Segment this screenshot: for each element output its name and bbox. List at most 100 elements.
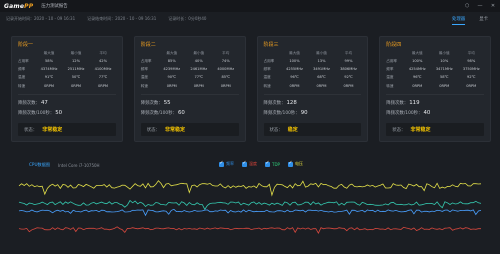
metric-label: 温度 xyxy=(18,75,26,79)
metric-value: 10% xyxy=(440,59,449,63)
metric-row: 温度 96℃ 68℃ 92℃ xyxy=(258,75,368,81)
metric-value: 90℃ xyxy=(167,75,177,79)
state-value: 非常稳定 xyxy=(42,127,63,133)
state-label: 状态： xyxy=(146,127,160,133)
state-box: 状态： 非常稳定 xyxy=(386,123,484,136)
series-line xyxy=(18,199,482,211)
metric-value: 99% xyxy=(344,59,353,63)
legend-item[interactable]: 频率 xyxy=(219,160,234,167)
stage-title: 阶段三 xyxy=(263,42,279,48)
column-header-label: 最小值 xyxy=(193,51,205,55)
metric-label: 频率 xyxy=(18,67,26,71)
metric-value: 3750MHz xyxy=(462,67,480,71)
metric-label: 转速 xyxy=(18,84,26,88)
metric-value: 42% xyxy=(99,59,107,63)
column-header-label: 最大值 xyxy=(43,51,55,55)
column-header-label: 最大值 xyxy=(411,51,423,55)
metric-label: 占用率 xyxy=(140,59,152,63)
metric-value: 0RPM xyxy=(343,84,354,88)
throttle-count: 降频次数：47 xyxy=(18,100,48,106)
metric-row: 温度 96℃ 58℃ 92℃ xyxy=(380,75,490,81)
metric-value: 4000MHz xyxy=(217,67,235,71)
metric-value: 68℃ xyxy=(317,75,326,79)
throttle-rate: 降频次数/100秒：50 xyxy=(18,110,63,116)
state-value: 稳定 xyxy=(287,127,298,133)
metric-value: 13% xyxy=(317,59,326,63)
metric-value: 77℃ xyxy=(98,75,108,79)
stage-card: 阶段三 最大值 最小值 平均 占用率 100% 13% 99% 频率 4255MHz 3491MHz… xyxy=(256,36,369,142)
metric-row: 频率 4374MHz 2511MHz 4100MHz xyxy=(12,67,122,73)
app-logo: GamePP xyxy=(4,2,34,10)
checkbox-icon[interactable] xyxy=(265,160,270,167)
metric-value: 4374MHz xyxy=(40,67,58,71)
metric-row: 转速 0RPM 0RPM 0RPM xyxy=(12,84,122,90)
column-header-label: 平均 xyxy=(222,51,230,55)
stage-card: 阶段四 最大值 最小值 平均 占用率 100% 10% 98% 频率 4254MHz 3471MHz… xyxy=(379,36,491,142)
tab-gpu[interactable]: 显卡 xyxy=(479,16,488,22)
metric-value: 92℃ xyxy=(466,75,476,79)
metric-value: 0RPM xyxy=(439,84,450,88)
metric-label: 温度 xyxy=(386,75,394,79)
start-time: 记录开始时间：2020 - 10 - 09 16:31 xyxy=(6,16,76,21)
throttle-rate: 降频次数/100秒：90 xyxy=(263,110,308,116)
metric-row: 占用率 100% 10% 98% xyxy=(380,59,490,65)
column-header-label: 最小值 xyxy=(70,51,82,55)
series-line xyxy=(18,226,481,234)
state-value: 非常稳定 xyxy=(410,127,431,133)
metric-label: 频率 xyxy=(140,67,148,71)
skin-icon[interactable]: ⬡ xyxy=(463,2,471,10)
chart-title: CPU数据图 xyxy=(29,162,51,167)
column-header-label: 平均 xyxy=(99,51,107,55)
metric-value: 96℃ xyxy=(290,75,299,79)
checkbox-icon[interactable] xyxy=(219,160,224,167)
metric-value: 40% xyxy=(194,59,203,63)
stage-card: 阶段一 最大值 最小值 平均 占用率 58% 12% 42% 频率 4374MHz 2511MHz 4… xyxy=(11,36,123,142)
metric-row: 转速 0RPM 0RPM 0RPM xyxy=(135,84,245,90)
metric-row: 温度 91℃ 50℃ 77℃ xyxy=(12,75,122,81)
metric-row: 占用率 100% 13% 99% xyxy=(258,59,368,65)
metric-value: 0RPM xyxy=(193,84,204,88)
state-box: 状态： 稳定 xyxy=(263,123,362,136)
throttle-count: 降频次数：128 xyxy=(263,100,297,106)
metric-row: 频率 4255MHz 3491MHz 3806MHz xyxy=(258,67,368,73)
column-header-label: 最大值 xyxy=(166,51,178,55)
column-header-label: 最大值 xyxy=(289,51,300,55)
metric-value: 58% xyxy=(45,59,53,63)
metric-value: 12% xyxy=(72,59,80,63)
tab-processor[interactable]: 处理器 xyxy=(452,16,466,25)
metric-value: 85℃ xyxy=(221,75,231,79)
metric-value: 2511MHz xyxy=(67,67,85,71)
stage-cards: 阶段一最大值 最小值 平均占用率 58% 12% 42% 频率 4374MHz 2511MHz 4… xyxy=(11,36,491,142)
column-header-label: 最小值 xyxy=(438,51,450,55)
stage-title: 阶段一 xyxy=(18,42,34,48)
metric-label: 占用率 xyxy=(18,59,29,63)
checkbox-icon[interactable] xyxy=(287,160,293,167)
state-label: 状态： xyxy=(24,127,38,133)
metric-value: 100% xyxy=(289,59,300,63)
divider xyxy=(140,94,239,95)
state-box: 状态： 非常稳定 xyxy=(18,123,116,136)
metric-value: 3806MHz xyxy=(340,67,357,71)
state-label: 状态： xyxy=(269,127,283,133)
legend-item[interactable]: 电压 xyxy=(287,160,303,167)
metric-row: 频率 4254MHz 3471MHz 3750MHz xyxy=(380,67,490,73)
throttle-rate: 降频次数/100秒：40 xyxy=(386,110,431,116)
state-value: 非常稳定 xyxy=(164,127,185,133)
tabs: 处理器 显卡 xyxy=(452,12,488,26)
end-time: 记录结束时间：2020 - 10 - 09 16:31 xyxy=(87,16,157,21)
legend-item[interactable]: TDP xyxy=(265,160,280,167)
record-info-bar: 记录开始时间：2020 - 10 - 09 16:31 记录结束时间：2020 … xyxy=(0,12,500,26)
legend-item[interactable]: 温度 xyxy=(242,160,257,167)
column-header: 最大值 最小值 平均 xyxy=(135,51,245,57)
close-button[interactable]: ✕ xyxy=(489,2,497,10)
column-header: 最大值 最小值 平均 xyxy=(258,51,368,57)
minimize-button[interactable]: — xyxy=(476,2,484,10)
metric-value: 58℃ xyxy=(439,75,449,79)
metric-label: 频率 xyxy=(263,67,271,71)
chart-header: CPU数据图 Intel Core i7-10750H xyxy=(29,160,100,170)
state-box: 状态： 非常稳定 xyxy=(140,123,239,136)
series-line xyxy=(18,208,482,217)
checkbox-icon[interactable] xyxy=(242,160,247,167)
metric-value: 0RPM xyxy=(412,84,423,88)
metric-row: 转速 0RPM 0RPM 0RPM xyxy=(380,84,490,90)
